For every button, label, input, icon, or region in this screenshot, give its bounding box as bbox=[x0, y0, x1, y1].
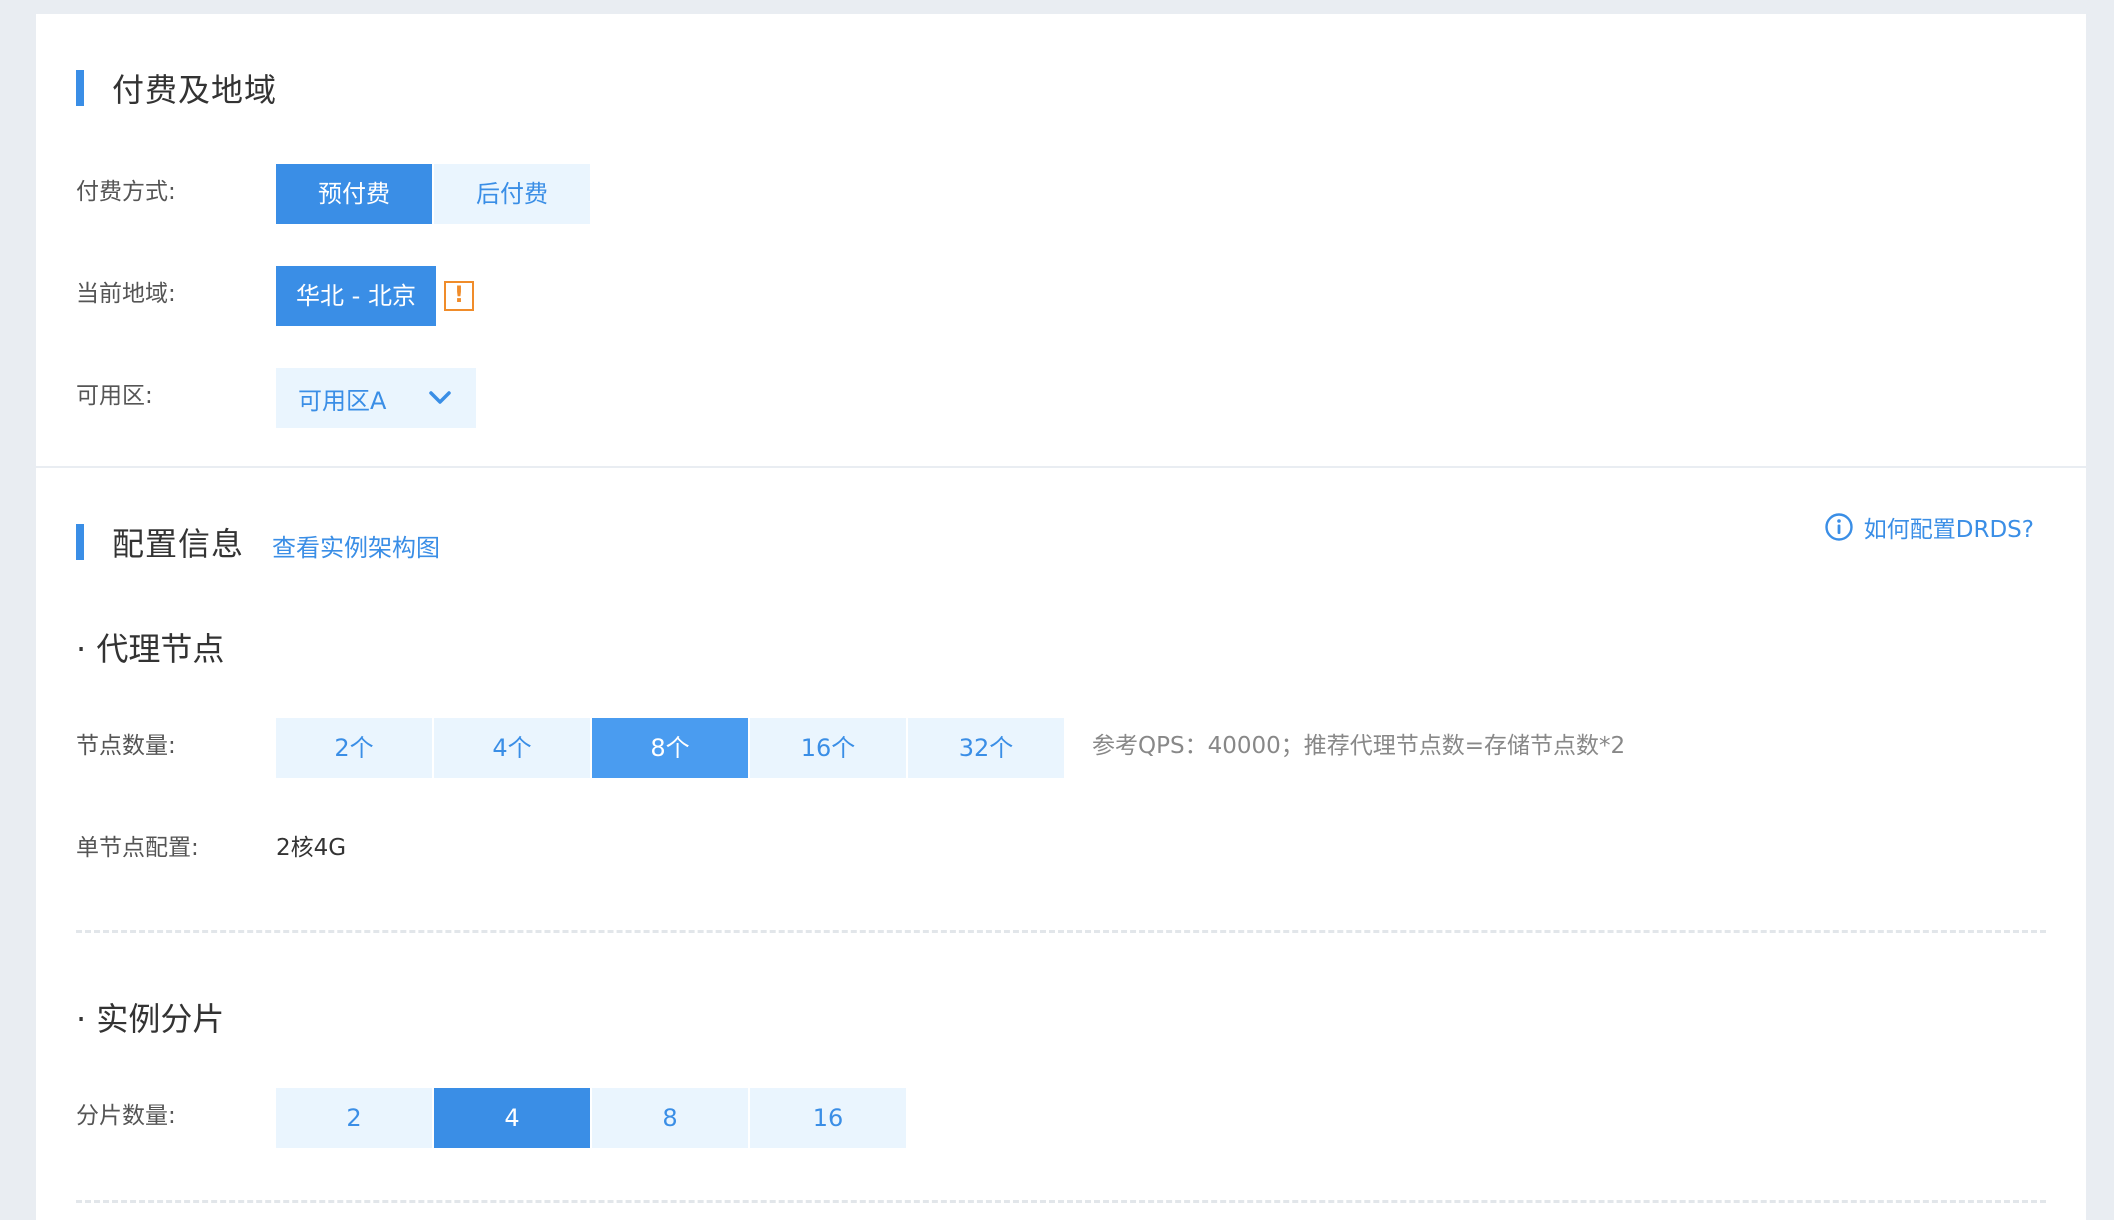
region-button[interactable]: 华北 - 北京 bbox=[276, 266, 436, 326]
zone-select-value: 可用区A bbox=[298, 386, 387, 415]
zone-group: 可用区A bbox=[276, 368, 476, 428]
info-icon bbox=[1825, 513, 1853, 541]
config-section-title: 配置信息 bbox=[112, 525, 245, 563]
node-count-group: 2个 4个 8个 16个 32个 bbox=[276, 718, 1066, 778]
region-group: 华北 - 北京 ! bbox=[276, 266, 474, 326]
view-architecture-link[interactable]: 查看实例架构图 bbox=[272, 528, 440, 563]
instance-shard-title: · 实例分片 bbox=[76, 1000, 225, 1038]
section-divider bbox=[76, 1200, 2046, 1203]
region-label: 当前地域: bbox=[76, 281, 176, 307]
shard-count-group: 2 4 8 16 bbox=[276, 1088, 908, 1148]
payment-method-label: 付费方式: bbox=[76, 179, 176, 205]
node-spec-value: 2核4G bbox=[276, 835, 347, 861]
billing-section-header: 付费及地域 bbox=[76, 68, 278, 109]
payment-option-postpaid[interactable]: 后付费 bbox=[434, 164, 590, 224]
billing-section-title: 付费及地域 bbox=[112, 71, 278, 109]
warning-icon[interactable]: ! bbox=[444, 281, 474, 311]
config-panel: 配置信息 查看实例架构图 如何配置DRDS? · 代理节点 节点数量: 2个 4… bbox=[36, 468, 2086, 1220]
node-spec-label: 单节点配置: bbox=[76, 835, 199, 861]
help-link[interactable]: 如何配置DRDS? bbox=[1824, 510, 2034, 544]
shard-count-option-2[interactable]: 2 bbox=[276, 1088, 432, 1148]
shard-count-option-8[interactable]: 8 bbox=[592, 1088, 748, 1148]
help-link-text: 如何配置DRDS? bbox=[1863, 517, 2034, 543]
node-count-label: 节点数量: bbox=[76, 733, 176, 759]
proxy-node-title: · 代理节点 bbox=[76, 630, 225, 668]
shard-count-label: 分片数量: bbox=[76, 1103, 176, 1129]
shard-count-option-4[interactable]: 4 bbox=[434, 1088, 590, 1148]
section-accent-bar bbox=[76, 70, 84, 106]
billing-region-panel: 付费及地域 付费方式: 预付费 后付费 当前地域: 华北 - 北京 ! 可用区:… bbox=[36, 14, 2086, 466]
config-section-header: 配置信息 查看实例架构图 bbox=[76, 522, 440, 563]
node-count-option-4[interactable]: 4个 bbox=[434, 718, 590, 778]
section-divider bbox=[76, 930, 2046, 933]
zone-label: 可用区: bbox=[76, 383, 153, 409]
shard-count-option-16[interactable]: 16 bbox=[750, 1088, 906, 1148]
section-accent-bar bbox=[76, 524, 84, 560]
node-count-option-8[interactable]: 8个 bbox=[592, 718, 748, 778]
payment-method-group: 预付费 后付费 bbox=[276, 164, 592, 224]
qps-hint: 参考QPS：40000；推荐代理节点数=存储节点数*2 bbox=[1092, 733, 1626, 759]
chevron-down-icon bbox=[429, 391, 451, 404]
node-count-option-16[interactable]: 16个 bbox=[750, 718, 906, 778]
node-count-option-32[interactable]: 32个 bbox=[908, 718, 1064, 778]
zone-select[interactable]: 可用区A bbox=[276, 368, 476, 428]
payment-option-prepaid[interactable]: 预付费 bbox=[276, 164, 432, 224]
node-count-option-2[interactable]: 2个 bbox=[276, 718, 432, 778]
